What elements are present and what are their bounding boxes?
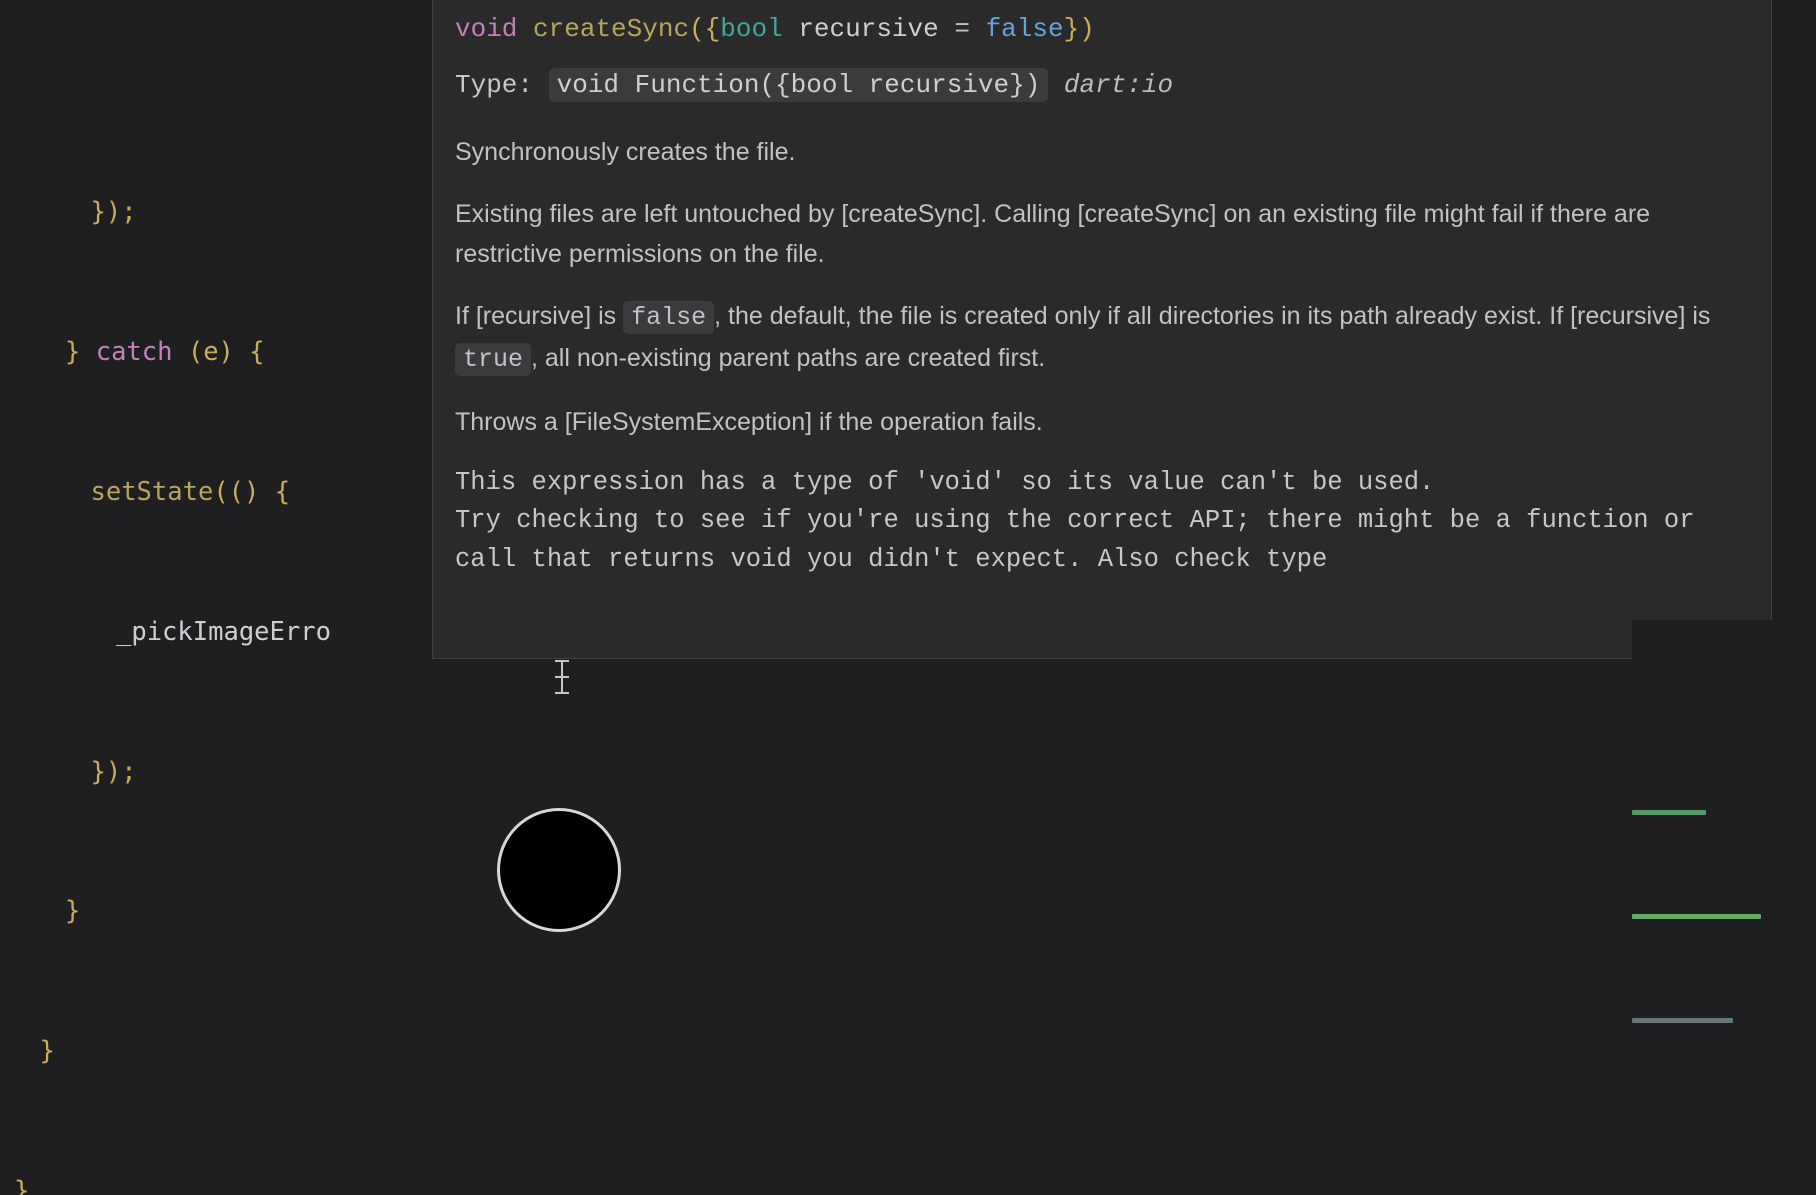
- hover-paragraph: If [recursive] is false, the default, th…: [455, 296, 1749, 380]
- code-line: });: [14, 749, 1816, 796]
- hover-signature: void createSync({bool recursive = false}…: [455, 9, 1749, 51]
- minimap[interactable]: [1632, 620, 1816, 1050]
- text-cursor-icon: [551, 660, 573, 694]
- code-line: }: [14, 888, 1816, 935]
- hover-paragraph: Existing files are left untouched by [cr…: [455, 194, 1749, 274]
- code-line: }: [14, 1028, 1816, 1075]
- code-line: }: [14, 1168, 1816, 1195]
- minimap-content: [1632, 713, 1816, 1050]
- hover-paragraph: Synchronously creates the file.: [455, 132, 1749, 172]
- hover-type-row: Type: void Function({bool recursive}) da…: [455, 65, 1749, 107]
- hover-paragraph: Throws a [FileSystemException] if the op…: [455, 402, 1749, 442]
- code-editor[interactable]: }); } catch (e) { setState(() { _pickIma…: [0, 0, 1816, 1195]
- hover-documentation-panel[interactable]: void createSync({bool recursive = false}…: [432, 0, 1772, 659]
- hover-diagnostic: This expression has a type of 'void' so …: [455, 464, 1749, 579]
- recording-indicator-icon: [497, 808, 621, 932]
